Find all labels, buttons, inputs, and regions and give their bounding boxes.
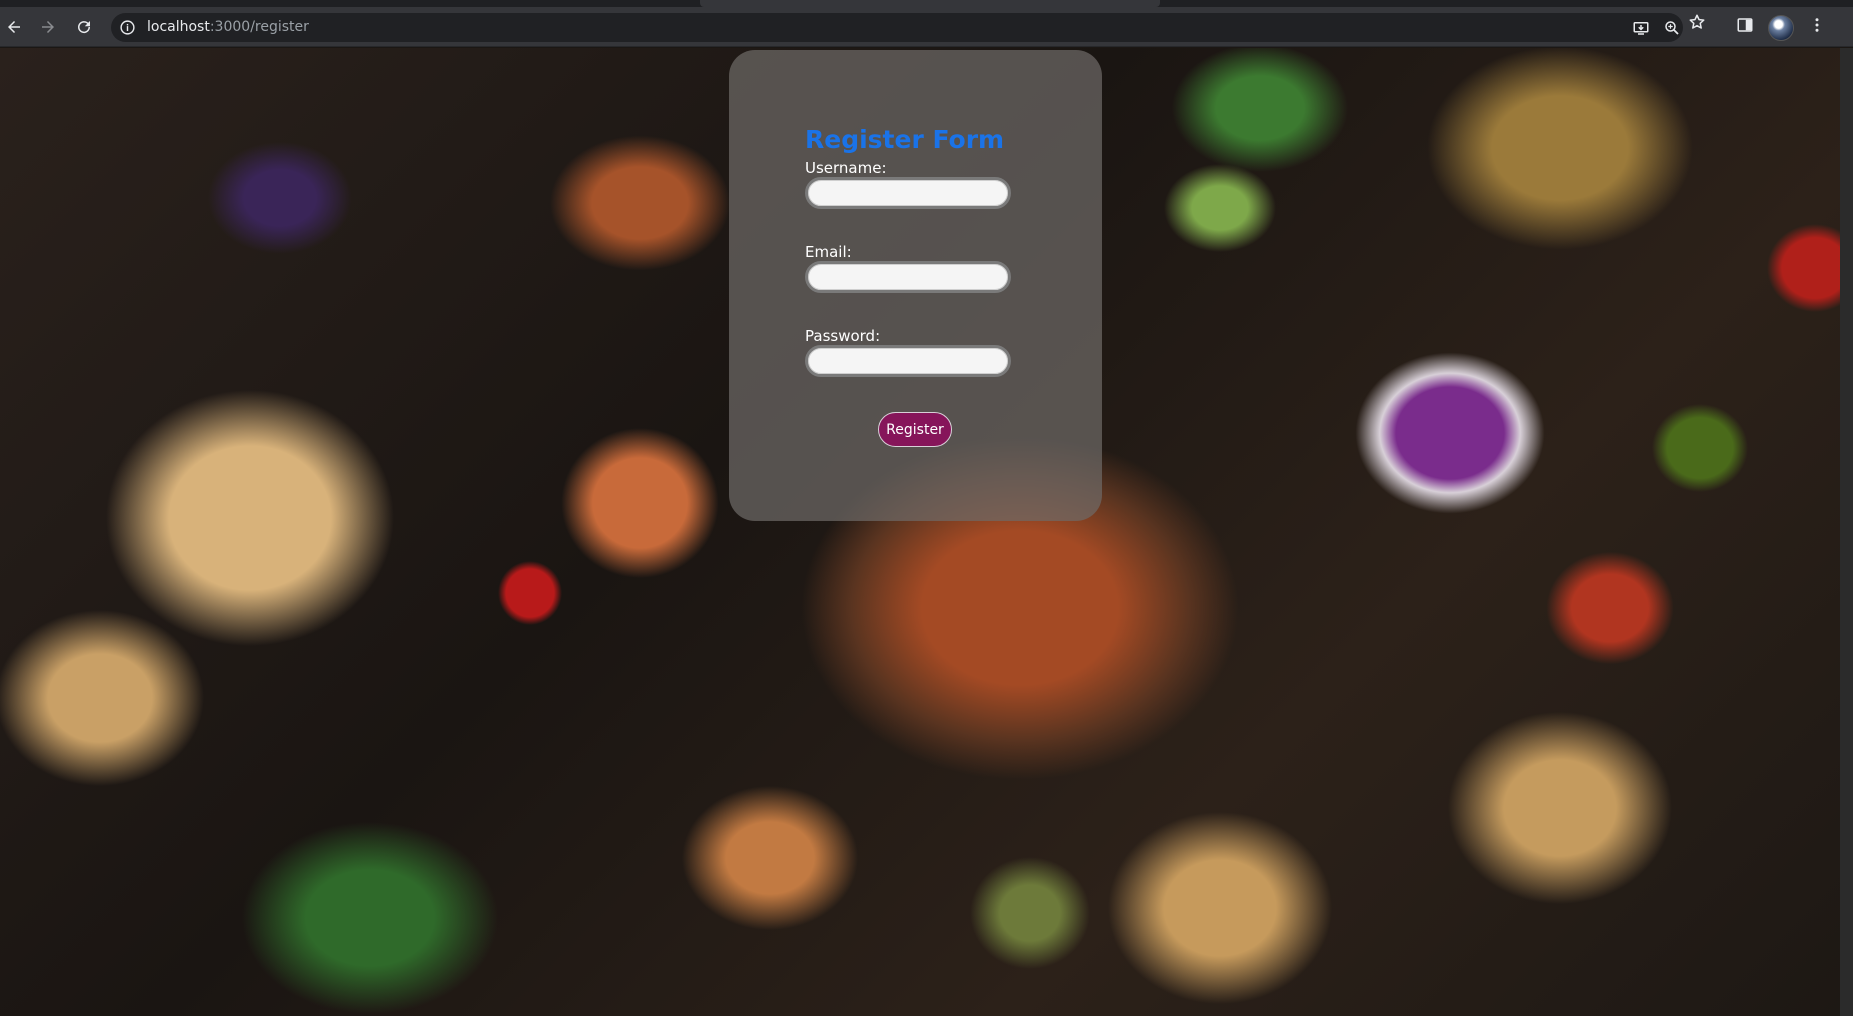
username-input[interactable]	[805, 177, 1011, 209]
kebab-menu-icon[interactable]	[1808, 16, 1826, 34]
url-host: localhost	[147, 19, 210, 35]
email-input[interactable]	[805, 261, 1011, 293]
password-input[interactable]	[805, 345, 1011, 377]
scrollbar[interactable]	[1840, 48, 1853, 1016]
username-label: Username:	[805, 159, 887, 177]
back-button[interactable]	[0, 13, 28, 41]
active-tab-edge	[700, 0, 1160, 7]
install-app-icon[interactable]	[1632, 19, 1650, 37]
form-title: Register Form	[805, 125, 1005, 154]
url-path: :3000/register	[209, 19, 309, 35]
star-icon[interactable]	[1688, 13, 1706, 31]
side-panel-icon[interactable]	[1736, 16, 1754, 34]
forward-arrow-icon	[42, 21, 54, 33]
zoom-icon[interactable]	[1663, 19, 1681, 37]
browser-toolbar: localhost:3000/register	[0, 7, 1853, 47]
avatar[interactable]	[1768, 15, 1794, 41]
tab-strip	[0, 0, 1853, 7]
password-label: Password:	[805, 327, 881, 345]
info-icon[interactable]	[119, 19, 136, 36]
url-text[interactable]: localhost:3000/register	[147, 19, 309, 36]
back-arrow-icon	[8, 21, 20, 33]
email-label: Email:	[805, 243, 852, 261]
register-button[interactable]: Register	[878, 412, 952, 447]
forward-button[interactable]	[34, 13, 62, 41]
address-bar[interactable]: localhost:3000/register	[111, 13, 1683, 42]
reload-icon	[78, 21, 91, 34]
page-background: Register Form Username: Email: Password:…	[0, 48, 1840, 1016]
reload-button[interactable]	[70, 13, 98, 41]
